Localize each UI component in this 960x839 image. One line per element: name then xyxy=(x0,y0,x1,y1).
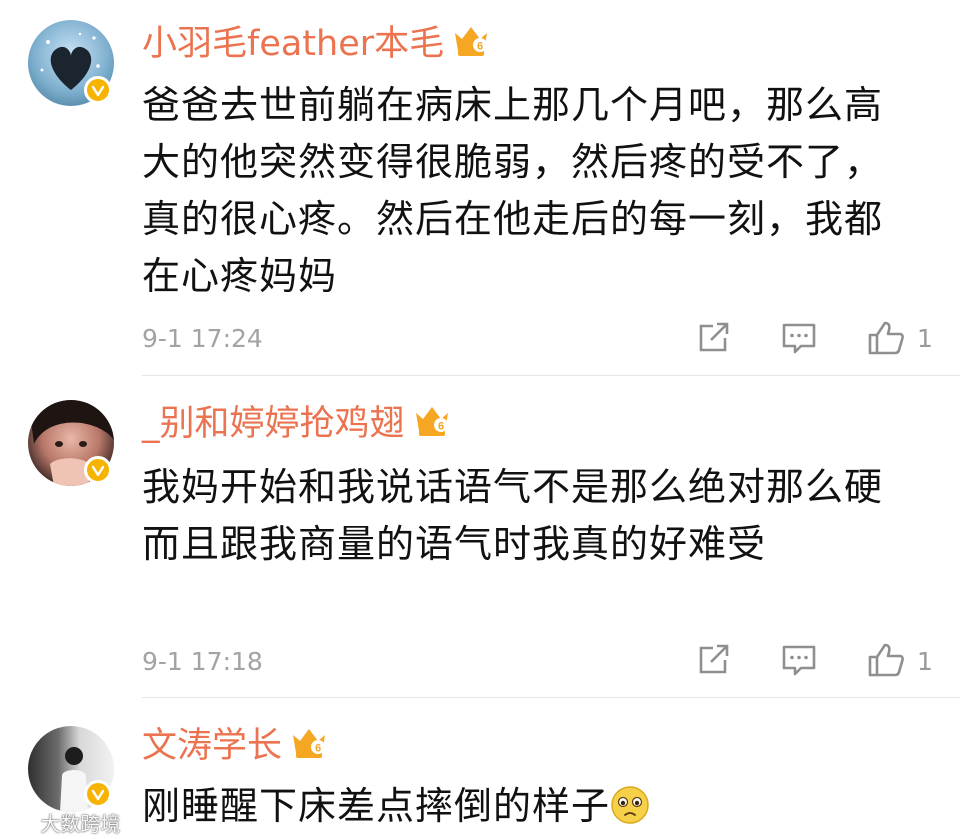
crown-icon: 6 xyxy=(413,403,451,450)
like-count: 1 xyxy=(917,647,933,676)
comment-button[interactable] xyxy=(781,322,817,360)
watermark-text: 大数跨境 xyxy=(40,812,121,836)
username[interactable]: 小羽毛feather本毛 6 xyxy=(142,22,490,70)
username[interactable]: _别和婷婷抢鸡翅 6 xyxy=(142,402,451,450)
comment-icon xyxy=(782,323,816,354)
like-icon xyxy=(868,321,904,355)
verified-badge-icon xyxy=(84,76,112,104)
crown-icon: 6 xyxy=(290,725,328,772)
watermark-logo-icon xyxy=(7,817,33,831)
comment-item: _别和婷婷抢鸡翅 6 我妈开始和我说话语气不是那么绝对那么硬而且跟我商量的语气时… xyxy=(0,376,960,698)
repost-button[interactable] xyxy=(697,644,731,680)
timestamp: 9-1 17:18 xyxy=(142,647,263,676)
comment-text: 我妈开始和我说话语气不是那么绝对那么硬而且跟我商量的语气时我真的好难受 xyxy=(142,465,884,566)
like-button[interactable] xyxy=(867,320,905,360)
username[interactable]: 文涛学长 6 xyxy=(142,724,328,772)
svg-text:6: 6 xyxy=(477,41,483,53)
username-text[interactable]: 文涛学长 xyxy=(142,726,282,766)
timestamp: 9-1 17:24 xyxy=(142,324,263,353)
like-count: 1 xyxy=(917,324,933,353)
repost-icon xyxy=(699,322,729,352)
comment-item: 文涛学长 6 刚睡醒下床差点摔倒的样子 xyxy=(0,698,960,839)
like-button[interactable] xyxy=(867,642,905,682)
watermark: 大数跨境 xyxy=(6,808,120,837)
comment-text: 刚睡醒下床差点摔倒的样子 xyxy=(142,778,912,839)
repost-button[interactable] xyxy=(697,322,731,358)
teary-emoji-icon xyxy=(610,784,650,839)
comment-item: 小羽毛feather本毛 6 爸爸去世前躺在病床上那几个月吧，那么高大的他突然变… xyxy=(0,0,960,376)
comment-icon xyxy=(782,645,816,676)
comment-feed: 小羽毛feather本毛 6 爸爸去世前躺在病床上那几个月吧，那么高大的他突然变… xyxy=(0,0,960,839)
username-text[interactable]: _别和婷婷抢鸡翅 xyxy=(142,404,405,444)
like-icon xyxy=(868,643,904,677)
comment-text: 爸爸去世前躺在病床上那几个月吧，那么高大的他突然变得很脆弱，然后疼的受不了，真的… xyxy=(142,83,884,298)
crown-icon: 6 xyxy=(452,23,490,70)
svg-text:6: 6 xyxy=(437,421,443,433)
username-text[interactable]: 小羽毛feather本毛 xyxy=(142,24,444,64)
verified-badge-icon xyxy=(84,780,112,808)
verified-badge-icon xyxy=(84,456,112,484)
comment-button[interactable] xyxy=(781,644,817,682)
repost-icon xyxy=(699,644,729,674)
comment-text-body: 刚睡醒下床差点摔倒的样子 xyxy=(142,784,611,828)
svg-text:6: 6 xyxy=(315,743,321,755)
